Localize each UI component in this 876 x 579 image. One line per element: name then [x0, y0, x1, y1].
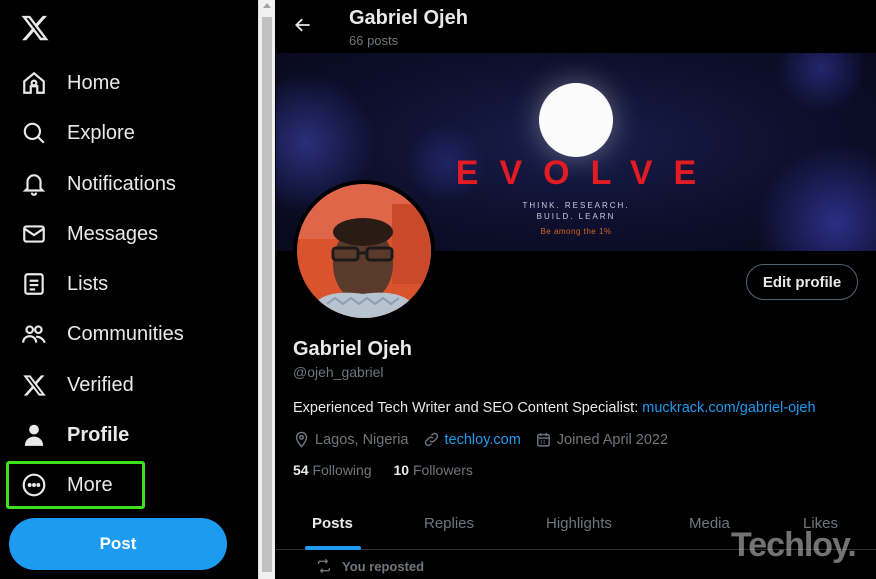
- header-post-count: 66 posts: [349, 33, 399, 48]
- banner-glow: [776, 53, 866, 113]
- edit-profile-button[interactable]: Edit profile: [746, 264, 858, 300]
- x-logo-icon[interactable]: [20, 13, 50, 43]
- following-link[interactable]: 54 Following: [293, 462, 372, 478]
- nav-lists[interactable]: Lists: [8, 261, 248, 307]
- nav-profile-label: Profile: [67, 423, 130, 446]
- joined: Joined April 2022: [535, 431, 668, 448]
- nav-messages[interactable]: Messages: [8, 211, 248, 257]
- followers-count: 10: [393, 462, 410, 478]
- location-text: Lagos, Nigeria: [315, 431, 409, 448]
- scrollbar[interactable]: [258, 0, 275, 579]
- followers-link[interactable]: 10 Followers: [394, 462, 473, 478]
- header-name: Gabriel Ojeh: [349, 7, 468, 29]
- repost-indicator: You reposted: [316, 558, 424, 574]
- nav-notifications-label: Notifications: [67, 172, 176, 195]
- list-icon: [20, 270, 48, 298]
- nav-verified[interactable]: Verified: [8, 362, 248, 408]
- following-label: Following: [312, 462, 372, 478]
- following-count: 54: [293, 462, 309, 478]
- bio-text: Experienced Tech Writer and SEO Content …: [293, 400, 643, 416]
- nav-profile[interactable]: Profile: [8, 412, 248, 458]
- watermark: Techloy.: [731, 526, 857, 564]
- avatar[interactable]: [293, 180, 435, 322]
- nav-home[interactable]: Home: [8, 60, 248, 106]
- nav-explore-label: Explore: [67, 121, 135, 144]
- sidebar: Home Explore Notifications Messages List…: [0, 0, 258, 579]
- repost-icon: [318, 558, 330, 574]
- follow-stats: 54 Following 10 Followers: [293, 462, 473, 478]
- people-icon: [20, 320, 48, 348]
- nav-lists-label: Lists: [67, 272, 109, 295]
- home-icon: [20, 69, 48, 97]
- website-link[interactable]: techloy.com: [445, 432, 521, 448]
- profile-name: Gabriel Ojeh: [293, 338, 412, 360]
- nav-messages-label: Messages: [67, 222, 159, 245]
- profile-main: Gabriel Ojeh 66 posts EVOLVE THINK. RESE…: [276, 0, 876, 579]
- nav-home-label: Home: [67, 71, 121, 94]
- profile-meta: Lagos, Nigeria techloy.com Joined April …: [293, 431, 682, 448]
- followers-label: Followers: [412, 462, 473, 478]
- tab-highlights[interactable]: Highlights: [546, 515, 612, 532]
- person-icon: [20, 421, 48, 449]
- profile-bio: Experienced Tech Writer and SEO Content …: [293, 400, 816, 416]
- bio-link[interactable]: muckrack.com/gabriel-ojeh: [642, 400, 815, 416]
- tab-replies[interactable]: Replies: [424, 515, 474, 532]
- link-icon: [424, 432, 438, 447]
- nav-communities-label: Communities: [67, 322, 184, 345]
- website[interactable]: techloy.com: [423, 431, 521, 448]
- bell-icon: [20, 170, 48, 198]
- nav-verified-label: Verified: [67, 373, 134, 396]
- location-pin-icon: [295, 431, 308, 448]
- nav-communities[interactable]: Communities: [8, 311, 248, 357]
- active-tab-indicator: [305, 546, 361, 550]
- nav-notifications[interactable]: Notifications: [8, 161, 248, 207]
- joined-text: Joined April 2022: [556, 431, 669, 448]
- scroll-thumb[interactable]: [262, 17, 272, 572]
- tab-media[interactable]: Media: [689, 515, 730, 532]
- location: Lagos, Nigeria: [293, 431, 409, 448]
- more-highlight-box: [6, 461, 145, 509]
- calendar-icon: [536, 433, 550, 447]
- post-button[interactable]: Post: [9, 518, 227, 570]
- avatar-photo: [297, 184, 431, 318]
- search-icon: [20, 119, 48, 147]
- tab-posts[interactable]: Posts: [312, 515, 353, 532]
- envelope-icon: [20, 220, 48, 248]
- nav-explore[interactable]: Explore: [8, 110, 248, 156]
- x-logo-icon: [20, 371, 48, 399]
- banner-moon: [539, 83, 613, 157]
- scroll-up-arrow-icon[interactable]: [263, 3, 271, 8]
- profile-handle: @ojeh_gabriel: [293, 364, 384, 380]
- repost-label: You reposted: [342, 558, 425, 574]
- back-arrow-icon[interactable]: [293, 15, 315, 37]
